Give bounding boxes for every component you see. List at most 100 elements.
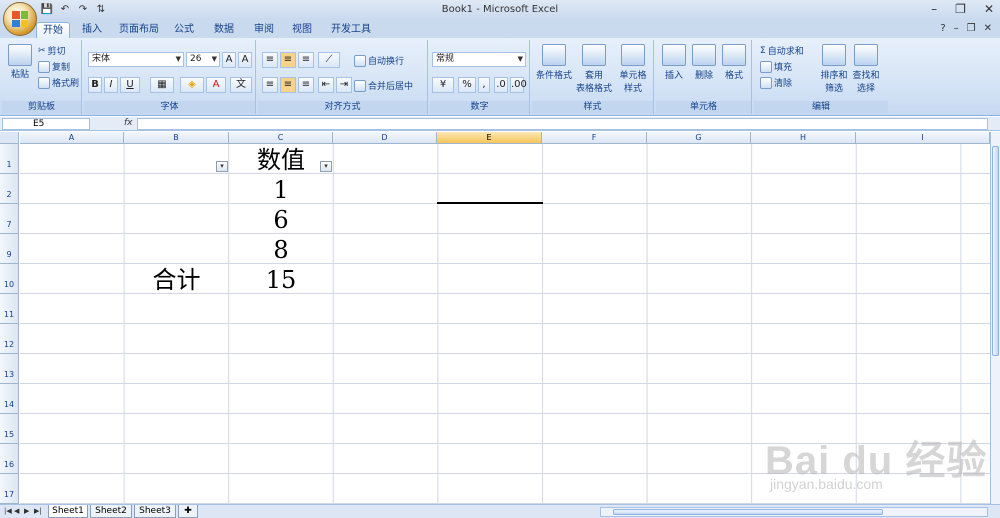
filter-dropdown-icon[interactable]: ▾ xyxy=(216,161,228,172)
row-header[interactable]: 10 xyxy=(0,264,19,294)
format-painter-button[interactable]: 格式刷 xyxy=(38,76,79,89)
align-bottom-button[interactable]: ≡ xyxy=(298,52,314,68)
format-cells-button[interactable]: 格式 xyxy=(720,44,748,81)
row-header[interactable]: 9 xyxy=(0,234,19,264)
vertical-scrollbar[interactable] xyxy=(990,132,1000,504)
tab-home[interactable]: 开始 xyxy=(36,22,70,38)
column-header-d[interactable]: D xyxy=(333,132,437,144)
find-select-button[interactable]: 查找和 选择 xyxy=(850,44,882,94)
next-sheet-icon[interactable]: ▶ xyxy=(24,507,29,515)
row-header[interactable]: 13 xyxy=(0,354,19,384)
column-header-b[interactable]: B xyxy=(124,132,229,144)
row-header[interactable]: 12 xyxy=(0,324,19,354)
first-sheet-icon[interactable]: |◀ xyxy=(4,507,12,515)
ribbon-restore-icon[interactable]: ❐ xyxy=(967,23,976,34)
row-header[interactable]: 15 xyxy=(0,414,19,444)
cell-c7[interactable]: 6 xyxy=(229,205,333,235)
delete-cells-button[interactable]: 删除 xyxy=(690,44,718,81)
office-button[interactable] xyxy=(3,2,37,36)
column-header-g[interactable]: G xyxy=(647,132,751,144)
vertical-scroll-thumb[interactable] xyxy=(992,146,999,356)
orientation-button[interactable]: ⟋ xyxy=(318,52,340,68)
last-sheet-icon[interactable]: ▶| xyxy=(34,507,42,515)
tab-review[interactable]: 审阅 xyxy=(250,22,278,38)
cell-c9[interactable]: 8 xyxy=(229,235,333,265)
tab-formulas[interactable]: 公式 xyxy=(170,22,198,38)
cell-c10[interactable]: 15 xyxy=(229,265,333,295)
ribbon-minimize-icon[interactable]: – xyxy=(954,23,959,34)
align-right-button[interactable]: ≡ xyxy=(298,77,314,93)
conditional-format-button[interactable]: 条件格式 xyxy=(536,44,572,81)
format-as-table-button[interactable]: 套用 表格格式 xyxy=(574,44,614,94)
tab-insert[interactable]: 插入 xyxy=(78,22,106,38)
column-header-i[interactable]: I xyxy=(856,132,990,144)
sort-filter-button[interactable]: 排序和 筛选 xyxy=(818,44,850,94)
percent-button[interactable]: % xyxy=(458,77,476,93)
bold-button[interactable]: B xyxy=(88,77,102,93)
row-header[interactable]: 16 xyxy=(0,444,19,474)
column-header-h[interactable]: H xyxy=(751,132,856,144)
decrease-decimal-button[interactable]: .00 xyxy=(510,77,527,93)
increase-indent-button[interactable]: ⇥ xyxy=(336,77,352,93)
column-header-c[interactable]: C xyxy=(229,132,333,144)
tab-developer[interactable]: 开发工具 xyxy=(328,22,374,38)
merge-center-button[interactable]: 合并后居中 xyxy=(354,79,413,92)
copy-button[interactable]: 复制 xyxy=(38,60,70,73)
active-cell-border[interactable] xyxy=(437,202,543,204)
number-format-select[interactable]: 常规 ▼ xyxy=(432,52,526,67)
tab-page-layout[interactable]: 页面布局 xyxy=(116,22,162,38)
fill-color-button[interactable]: ◈ xyxy=(180,77,204,93)
row-header[interactable]: 1 xyxy=(0,144,19,174)
clear-button[interactable]: 清除 xyxy=(760,76,792,89)
cell-styles-button[interactable]: 单元格 样式 xyxy=(616,44,650,94)
font-name-select[interactable]: 宋体 ▼ xyxy=(88,52,184,67)
font-size-select[interactable]: 26 ▼ xyxy=(186,52,220,67)
column-header-e[interactable]: E xyxy=(437,132,542,144)
help-icon[interactable]: ? xyxy=(940,23,945,34)
grow-font-button[interactable]: A xyxy=(222,52,236,68)
minimize-icon[interactable]: – xyxy=(931,2,937,16)
align-left-button[interactable]: ≡ xyxy=(262,77,278,93)
cell-c1[interactable]: 数值 xyxy=(229,145,333,175)
row-header[interactable]: 14 xyxy=(0,384,19,414)
horizontal-scroll-thumb[interactable] xyxy=(613,509,883,515)
formula-input[interactable] xyxy=(137,118,988,130)
shrink-font-button[interactable]: A xyxy=(238,52,252,68)
decrease-indent-button[interactable]: ⇤ xyxy=(318,77,334,93)
ribbon-close-icon[interactable]: ✕ xyxy=(984,23,992,34)
row-header[interactable]: 7 xyxy=(0,204,19,234)
autosum-button[interactable]: Σ 自动求和 xyxy=(760,44,804,58)
tab-view[interactable]: 视图 xyxy=(288,22,316,38)
column-header-f[interactable]: F xyxy=(542,132,647,144)
row-header[interactable]: 17 xyxy=(0,474,19,504)
tab-data[interactable]: 数据 xyxy=(210,22,238,38)
prev-sheet-icon[interactable]: ◀ xyxy=(14,507,19,515)
filter-active-icon[interactable]: ▾ xyxy=(320,161,332,172)
underline-button[interactable]: U xyxy=(120,77,140,93)
restore-icon[interactable]: ❐ xyxy=(955,2,966,16)
phonetic-button[interactable]: 文 xyxy=(230,77,252,93)
align-top-button[interactable]: ≡ xyxy=(262,52,278,68)
close-icon[interactable]: ✕ xyxy=(984,2,994,16)
horizontal-scrollbar[interactable] xyxy=(600,507,988,517)
insert-cells-button[interactable]: 插入 xyxy=(660,44,688,81)
comma-button[interactable]: , xyxy=(478,77,490,93)
align-center-button[interactable]: ≡ xyxy=(280,77,296,93)
border-button[interactable]: ▦ xyxy=(150,77,174,93)
function-icon[interactable]: fx xyxy=(124,118,133,128)
row-header[interactable]: 11 xyxy=(0,294,19,324)
font-color-button[interactable]: A xyxy=(206,77,226,93)
sheet-tab-3[interactable]: Sheet3 xyxy=(134,505,176,518)
currency-button[interactable]: ¥ xyxy=(432,77,454,93)
fill-button[interactable]: 填充 xyxy=(760,60,792,73)
cell-b10[interactable]: 合计 xyxy=(124,265,229,295)
name-box[interactable]: E5 xyxy=(2,118,90,130)
increase-decimal-button[interactable]: .0 xyxy=(494,77,508,93)
column-header-a[interactable]: A xyxy=(20,132,124,144)
paste-button[interactable]: 粘贴 xyxy=(8,44,32,80)
wrap-text-button[interactable]: 自动换行 xyxy=(354,54,404,67)
align-middle-button[interactable]: ≡ xyxy=(280,52,296,68)
cell-c2[interactable]: 1 xyxy=(229,175,333,205)
sheet-tab-2[interactable]: Sheet2 xyxy=(90,505,132,518)
select-all-corner[interactable] xyxy=(0,132,19,144)
